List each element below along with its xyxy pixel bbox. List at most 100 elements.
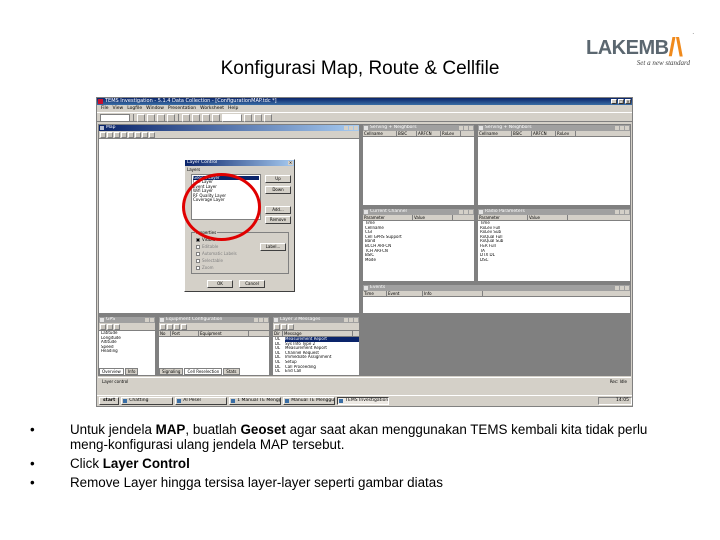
worksheet-selector[interactable] — [100, 114, 130, 122]
taskbar-item[interactable]: Chatting — [121, 397, 174, 405]
pan-icon[interactable] — [114, 132, 120, 138]
toolbar-separator — [178, 114, 179, 122]
layer-add-button[interactable]: Add... — [265, 206, 291, 214]
pause-icon[interactable] — [254, 114, 262, 122]
layers-label: Layers — [187, 167, 201, 172]
menu-view[interactable]: View — [113, 105, 124, 112]
serving1-header: Cellname BSIC ARFCN RxLev — [363, 131, 474, 137]
layer-down-button[interactable]: Down — [265, 186, 291, 194]
new-icon[interactable] — [137, 114, 145, 122]
column-header[interactable]: Info — [423, 291, 483, 296]
column-header[interactable]: ARFCN — [532, 131, 556, 136]
column-header[interactable]: BSIC — [512, 131, 532, 136]
stop-icon[interactable] — [212, 114, 220, 122]
column-header[interactable]: Parameter — [478, 215, 528, 220]
tab-signaling[interactable]: Signaling — [159, 368, 184, 375]
taskbar-item[interactable]: 1 Manual TE Menggunu... — [229, 397, 282, 405]
maximize-button[interactable]: □ — [618, 99, 624, 104]
radio-parameters-title: Radio Parameters — [478, 209, 630, 215]
column-header[interactable]: Value — [528, 215, 568, 220]
info-icon[interactable] — [142, 132, 148, 138]
auto-labels-checkbox[interactable]: Automatic Labels — [196, 251, 237, 256]
disconnect-icon[interactable] — [192, 114, 200, 122]
dialog-close-icon[interactable]: × — [288, 161, 293, 165]
gps-window[interactable]: GPS Latitude Longitude Altitude Speed He… — [98, 316, 156, 376]
labels-button[interactable]: Label... — [260, 243, 286, 251]
ok-button[interactable]: OK — [207, 280, 233, 288]
taskbar-item[interactable]: Manual TE Menggunu... — [283, 397, 336, 405]
ruler-icon[interactable] — [135, 132, 141, 138]
column-header[interactable]: Port — [171, 331, 199, 336]
play-icon[interactable] — [244, 114, 252, 122]
column-header[interactable]: Time — [363, 291, 387, 296]
connect-icon[interactable] — [182, 114, 190, 122]
current-channel-window[interactable]: Current Channel Parameter Value Time Cel… — [362, 208, 475, 282]
mdi-workspace: Map Layer Control × Layers Geoset Layer C… — [98, 124, 631, 376]
editable-checkbox[interactable]: Editable — [196, 244, 218, 249]
serving-neighbors-window-2[interactable]: Serving + Neighbors Cellname BSIC ARFCN … — [477, 124, 631, 206]
menu-logfile[interactable]: Logfile — [127, 105, 142, 112]
column-header[interactable]: Event — [387, 291, 423, 296]
step-icon[interactable] — [264, 114, 272, 122]
column-header[interactable]: ARFCN — [417, 131, 441, 136]
taskbar-item[interactable]: AI Pesel — [175, 397, 228, 405]
save-icon[interactable] — [157, 114, 165, 122]
column-header[interactable]: Dir — [273, 331, 283, 336]
layer3-window[interactable]: Layer 3 Messages Dir Message UL Measureme… — [272, 316, 360, 376]
bullet-item: • Click Layer Control — [30, 456, 670, 471]
taskbar-item-active[interactable]: TEMS Investigation... — [337, 397, 390, 405]
table-row[interactable]: End Call — [285, 369, 359, 374]
open-icon[interactable] — [147, 114, 155, 122]
column-header[interactable]: Parameter — [363, 215, 413, 220]
column-header[interactable]: Equipment — [199, 331, 249, 336]
toolbar-separator — [133, 114, 134, 122]
menu-file[interactable]: File — [101, 105, 109, 112]
tab-cell-reselection[interactable]: Cell Reselection — [184, 368, 223, 375]
zoom-in-icon[interactable] — [100, 132, 106, 138]
tab-overview[interactable]: Overview — [99, 368, 124, 375]
bullet-text: Click — [70, 456, 103, 471]
layer-remove-button[interactable]: Remove — [265, 216, 291, 224]
bullet-item: • Remove Layer hingga tersisa layer-laye… — [30, 475, 670, 490]
menu-window[interactable]: Window — [146, 105, 164, 112]
menu-help[interactable]: Help — [228, 105, 238, 112]
column-header[interactable]: Message — [283, 331, 353, 336]
column-header[interactable]: Cellname — [363, 131, 397, 136]
select-icon[interactable] — [121, 132, 127, 138]
gps-row: Heading — [101, 349, 118, 354]
column-header[interactable]: RxLev — [556, 131, 576, 136]
column-header[interactable]: Cellname — [478, 131, 512, 136]
layer3-toolbar — [273, 323, 359, 331]
minimize-button[interactable]: _ — [611, 99, 617, 104]
radio-parameters-window[interactable]: Radio Parameters Parameter Value Time Rx… — [477, 208, 631, 282]
speed-field[interactable] — [222, 114, 242, 122]
tab-stats[interactable]: Stats — [223, 368, 240, 375]
layer3-title: Layer 3 Messages — [273, 317, 359, 323]
print-icon[interactable] — [167, 114, 175, 122]
map-window-title: Map — [99, 125, 359, 131]
menu-presentation[interactable]: Presentation — [168, 105, 196, 112]
events-window[interactable]: Events Time Event Info — [362, 284, 631, 314]
current-channel-rows: Time Cellname CGI Cell GPRS Support Band… — [363, 221, 474, 262]
legend-icon[interactable] — [149, 132, 155, 138]
zoom-out-icon[interactable] — [107, 132, 113, 138]
serving-neighbors-window-1[interactable]: Serving + Neighbors Cellname BSIC ARFCN … — [362, 124, 475, 206]
record-icon[interactable] — [202, 114, 210, 122]
highlight-circle — [182, 173, 261, 241]
zoom-checkbox[interactable]: Zoom — [196, 265, 214, 270]
equipment-config-window[interactable]: Equipment Configuration No Port Equipmen… — [158, 316, 270, 376]
close-button[interactable]: × — [625, 99, 631, 104]
layer-control-icon[interactable] — [128, 132, 134, 138]
cancel-button[interactable]: Cancel — [239, 280, 265, 288]
column-header[interactable]: No — [159, 331, 171, 336]
column-header[interactable]: BSIC — [397, 131, 417, 136]
column-header[interactable]: Value — [413, 215, 453, 220]
tab-info[interactable]: Info — [124, 368, 139, 375]
selectable-checkbox[interactable]: Selectable — [196, 258, 223, 263]
menu-worksheet[interactable]: Worksheet — [200, 105, 224, 112]
layer-up-button[interactable]: Up — [265, 175, 291, 183]
bottom-tabs: Overview Info — [99, 368, 139, 375]
status-bar: Layer control Rec: Idle — [98, 377, 631, 385]
column-header[interactable]: RxLev — [441, 131, 461, 136]
start-button[interactable]: start — [99, 397, 120, 405]
